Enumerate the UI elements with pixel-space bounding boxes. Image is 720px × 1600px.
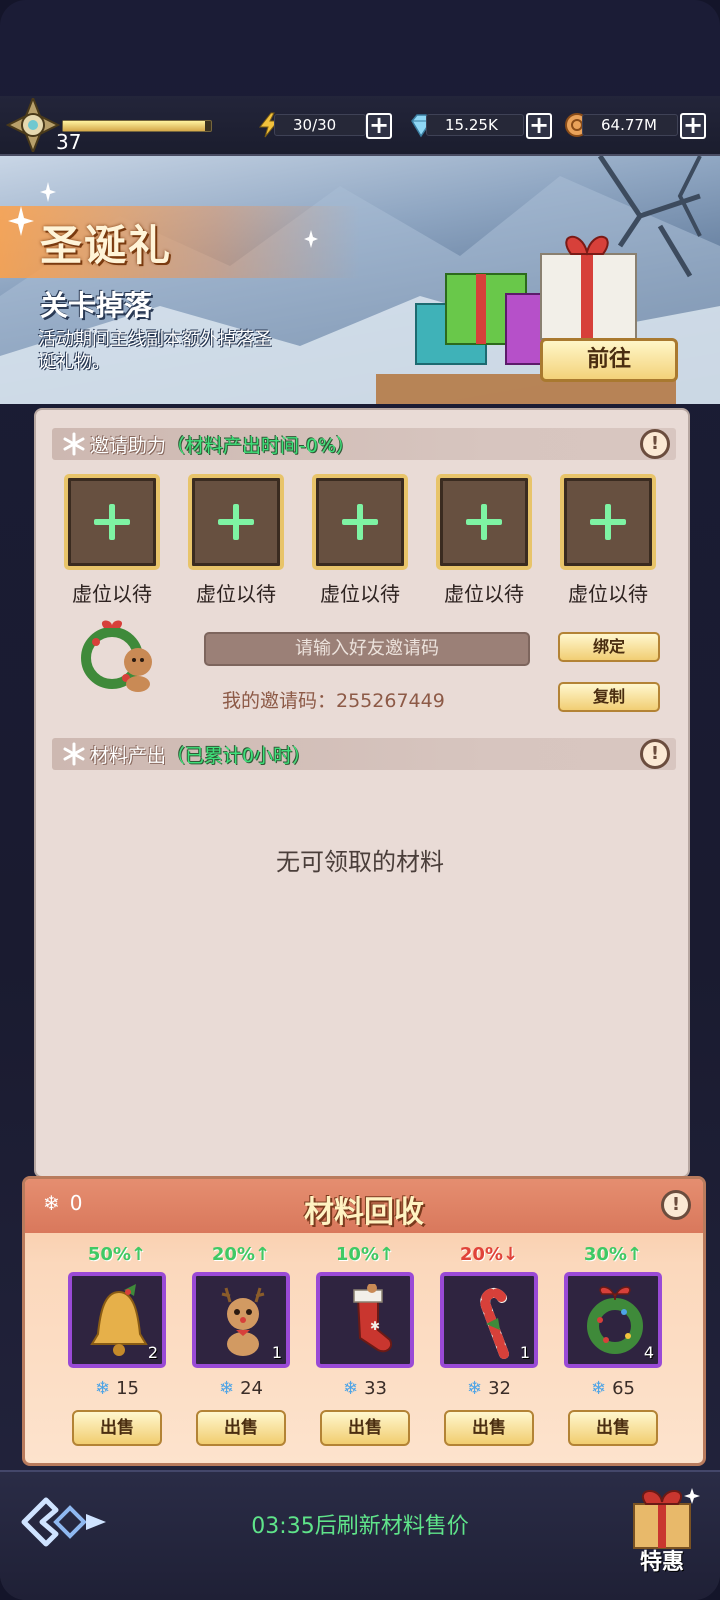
item-reindeer[interactable]: 1 bbox=[192, 1272, 290, 1368]
price-change: 20%↑ bbox=[211, 1244, 271, 1265]
price-change: 30%↑ bbox=[583, 1244, 643, 1265]
level-emblem-icon[interactable] bbox=[6, 98, 60, 152]
item-price: ❄ 33 bbox=[343, 1378, 387, 1399]
invite-slot-label: 虚位以待 bbox=[568, 582, 648, 606]
item-stocking[interactable]: ✱ bbox=[316, 1272, 414, 1368]
bind-button[interactable]: 绑定 bbox=[558, 632, 660, 662]
xp-bar bbox=[62, 120, 212, 132]
energy-value: 30/30 bbox=[274, 114, 366, 136]
invite-slot[interactable] bbox=[560, 474, 656, 570]
event-title: 圣诞礼 bbox=[40, 221, 173, 270]
reindeer-wreath-mascot bbox=[81, 620, 152, 692]
coin-value: 64.77M bbox=[582, 114, 678, 136]
xp-bar-fill bbox=[63, 121, 206, 131]
snowflake-icon: ❄ bbox=[219, 1378, 235, 1399]
event-subtitle: 关卡掉落 bbox=[40, 289, 153, 322]
candy-cane-icon bbox=[480, 1288, 509, 1359]
snowflake-icon: ❄ bbox=[95, 1378, 111, 1399]
sell-button[interactable]: 出售 bbox=[444, 1410, 534, 1446]
sell-button[interactable]: 出售 bbox=[196, 1410, 286, 1446]
sell-button[interactable]: 出售 bbox=[568, 1410, 658, 1446]
invite-slot-label: 虚位以待 bbox=[72, 582, 152, 606]
snowflake-icon: ❄ bbox=[591, 1378, 607, 1399]
add-coins-button[interactable]: + bbox=[680, 113, 706, 139]
item-bell[interactable]: 2 bbox=[68, 1272, 166, 1368]
add-gems-button[interactable]: + bbox=[526, 113, 552, 139]
item-price: ❄ 32 bbox=[467, 1378, 511, 1399]
invite-slot[interactable] bbox=[188, 474, 284, 570]
invite-slot-label: 虚位以待 bbox=[196, 582, 276, 606]
snowflake-icon bbox=[63, 742, 85, 766]
special-offer-label[interactable]: 特惠 bbox=[620, 1544, 704, 1576]
snowflake-icon: ❄ bbox=[467, 1378, 483, 1399]
add-energy-button[interactable]: + bbox=[366, 113, 392, 139]
price-change: 50%↑ bbox=[87, 1244, 147, 1265]
gem-counter: 15.25K + bbox=[408, 112, 556, 139]
invite-slot[interactable] bbox=[64, 474, 160, 570]
copy-button[interactable]: 复制 bbox=[558, 682, 660, 712]
snowflake-icon bbox=[63, 432, 85, 456]
item-wreath[interactable]: 4 bbox=[564, 1272, 662, 1368]
recycle-info-button[interactable]: ! bbox=[661, 1190, 691, 1220]
coin-counter: 64.77M + bbox=[564, 112, 710, 139]
invite-slot[interactable] bbox=[312, 474, 408, 570]
sparkle-icon bbox=[40, 182, 56, 202]
invite-slot-label: 虚位以待 bbox=[320, 582, 400, 606]
event-banner: 圣诞礼 关卡掉落 活动期间主线副本额外掉落圣诞礼物。 前往 bbox=[0, 156, 720, 404]
svg-text:✱: ✱ bbox=[370, 1319, 380, 1333]
invite-header-text: 邀请助力（材料产出时间-0%） bbox=[90, 435, 356, 457]
reindeer-icon bbox=[221, 1287, 265, 1356]
wreath-icon bbox=[587, 1286, 643, 1354]
materials-header-text: 材料产出（已累计0小时） bbox=[90, 745, 312, 767]
item-candy-cane[interactable]: 1 bbox=[440, 1272, 538, 1368]
game-screen: 37 30/30 + 15.25K + 64.77M + 圣诞礼 关卡掉落 活动… bbox=[0, 0, 720, 1600]
energy-counter: 30/30 + bbox=[256, 112, 396, 139]
item-price: ❄ 65 bbox=[591, 1378, 635, 1399]
gem-value: 15.25K bbox=[426, 114, 524, 136]
invite-slot-label: 虚位以待 bbox=[444, 582, 524, 606]
recycle-header: ❄ 0 材料回收 ! bbox=[25, 1179, 703, 1233]
invite-code-input[interactable]: 请输入好友邀请码 bbox=[204, 632, 530, 666]
invite-info-button[interactable]: ! bbox=[640, 429, 670, 459]
item-price: ❄ 15 bbox=[95, 1378, 139, 1399]
price-change: 10%↑ bbox=[335, 1244, 395, 1265]
bell-icon bbox=[90, 1284, 148, 1356]
price-change: 20%↓ bbox=[459, 1244, 519, 1265]
sparkle-icon bbox=[304, 230, 318, 248]
invite-section-header: 邀请助力（材料产出时间-0%） ! bbox=[52, 428, 676, 460]
stocking-icon: ✱ bbox=[353, 1284, 392, 1353]
materials-section-header: 材料产出（已累计0小时） ! bbox=[52, 738, 676, 770]
snowflake-icon: ❄ bbox=[343, 1378, 359, 1399]
sparkle-icon bbox=[8, 206, 34, 236]
item-price: ❄ 24 bbox=[219, 1378, 263, 1399]
sell-button[interactable]: 出售 bbox=[320, 1410, 410, 1446]
sell-button[interactable]: 出售 bbox=[72, 1410, 162, 1446]
empty-materials-message: 无可领取的材料 bbox=[276, 848, 444, 876]
invite-slot[interactable] bbox=[436, 474, 532, 570]
my-invite-code: 我的邀请码：255267449 bbox=[222, 690, 445, 712]
player-level: 37 bbox=[56, 130, 82, 154]
price-refresh-timer: 03:35后刷新材料售价 bbox=[251, 1514, 469, 1539]
resource-bar: 37 30/30 + 15.25K + 64.77M + bbox=[0, 96, 720, 156]
go-button[interactable]: 前往 bbox=[540, 338, 678, 382]
event-description: 活动期间主线副本额外掉落圣诞礼物。 bbox=[38, 329, 272, 373]
materials-info-button[interactable]: ! bbox=[640, 739, 670, 769]
recycle-title: 材料回收 bbox=[304, 1195, 424, 1230]
